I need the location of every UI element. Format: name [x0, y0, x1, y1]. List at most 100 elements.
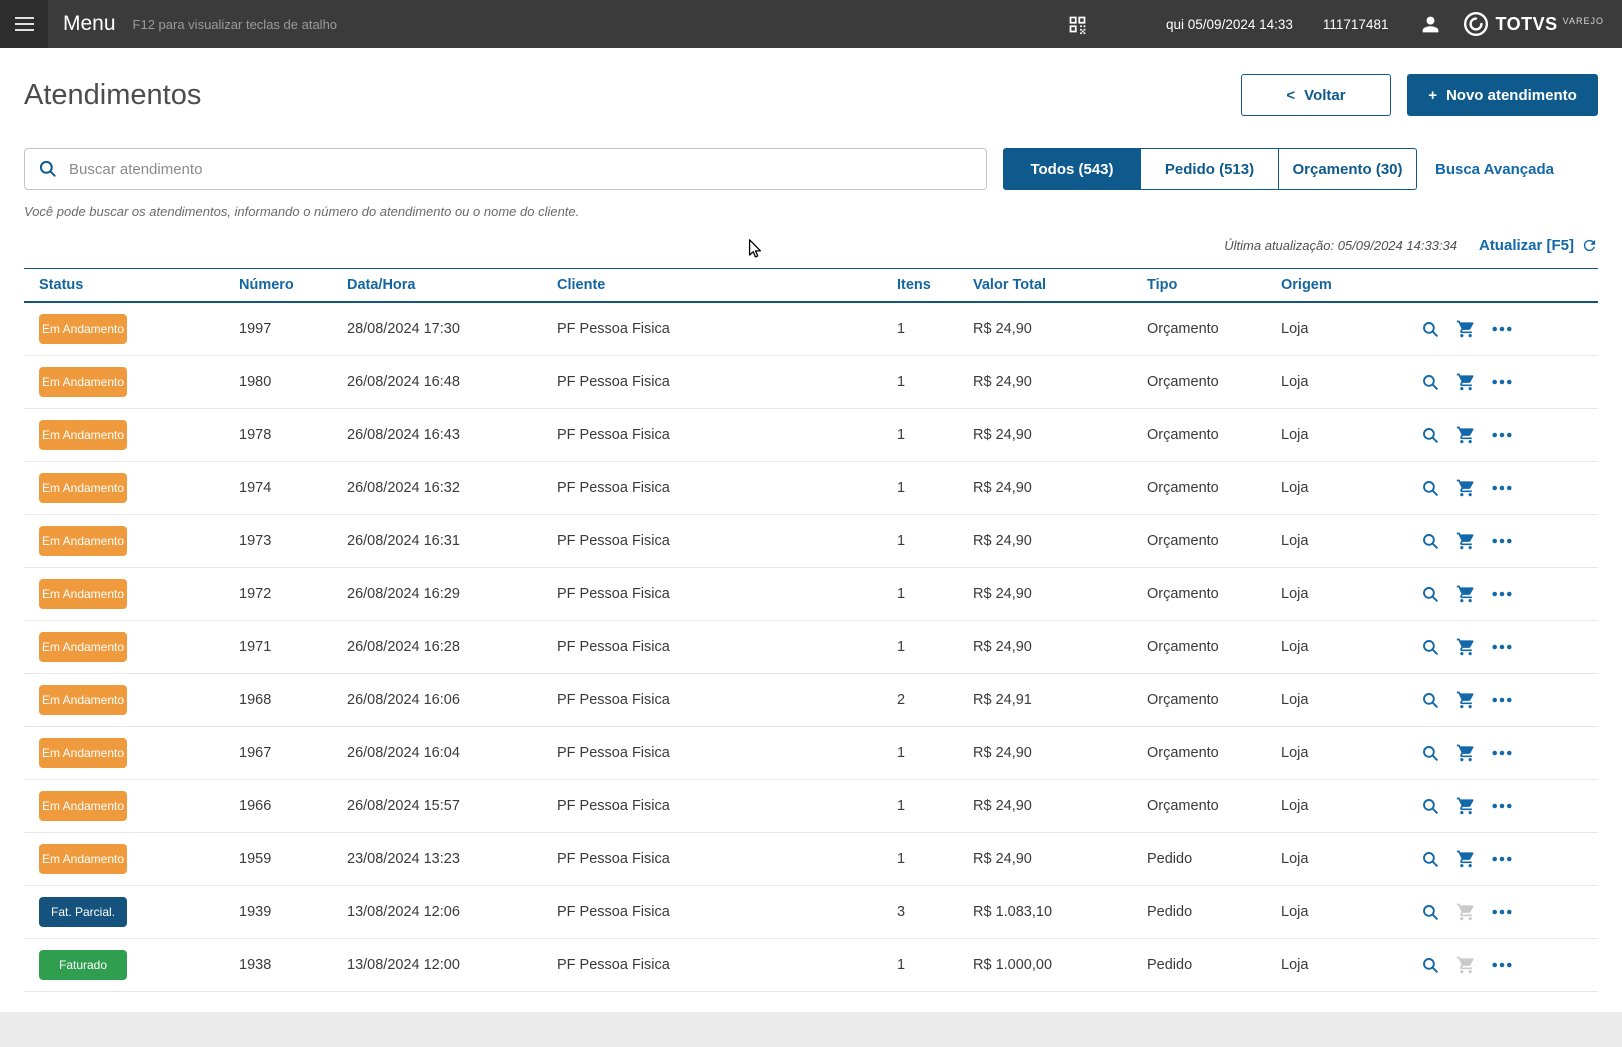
cart-icon[interactable]: [1456, 796, 1476, 816]
refresh-button[interactable]: Atualizar [F5]: [1479, 237, 1598, 254]
cart-icon[interactable]: [1456, 531, 1476, 551]
tab-pedido[interactable]: Pedido (513): [1141, 148, 1279, 190]
cell-origem: Loja: [1266, 779, 1406, 833]
view-icon[interactable]: [1421, 585, 1440, 604]
tab-todos[interactable]: Todos (543): [1003, 148, 1141, 190]
view-icon[interactable]: [1421, 532, 1440, 551]
col-status: Status: [24, 268, 224, 303]
cart-icon[interactable]: [1456, 690, 1476, 710]
cell-valor: R$ 24,90: [958, 726, 1132, 780]
col-cliente: Cliente: [542, 268, 882, 303]
cart-icon[interactable]: [1456, 637, 1476, 657]
search-input[interactable]: [24, 148, 987, 190]
voltar-button[interactable]: < Voltar: [1241, 74, 1391, 116]
view-icon[interactable]: [1421, 850, 1440, 869]
cell-itens: 1: [882, 726, 958, 780]
topbar-user-id: 111717481: [1322, 16, 1389, 32]
cart-icon[interactable]: [1456, 425, 1476, 445]
cell-status: Em Andamento: [24, 302, 224, 356]
busca-avancada-link[interactable]: Busca Avançada: [1435, 161, 1554, 178]
hamburger-menu-button[interactable]: [0, 0, 48, 48]
cell-itens: 1: [882, 302, 958, 356]
novo-atendimento-button[interactable]: + Novo atendimento: [1407, 74, 1598, 116]
status-badge: Em Andamento: [39, 526, 127, 556]
cell-origem: Loja: [1266, 673, 1406, 727]
cell-datahora: 13/08/2024 12:00: [332, 938, 542, 992]
status-badge: Em Andamento: [39, 791, 127, 821]
more-options-icon[interactable]: [1492, 432, 1512, 438]
more-options-icon[interactable]: [1492, 538, 1512, 544]
cell-itens: 1: [882, 779, 958, 833]
view-icon[interactable]: [1421, 691, 1440, 710]
atendimentos-table: Status Número Data/Hora Cliente Itens Va…: [24, 268, 1598, 992]
cart-icon[interactable]: [1456, 743, 1476, 763]
user-icon[interactable]: [1420, 14, 1441, 35]
cell-valor: R$ 24,90: [958, 302, 1132, 356]
more-options-icon[interactable]: [1492, 644, 1512, 650]
topbar-datetime: qui 05/09/2024 14:33: [1166, 16, 1293, 32]
view-icon[interactable]: [1421, 373, 1440, 392]
status-badge: Em Andamento: [39, 367, 127, 397]
view-icon[interactable]: [1421, 426, 1440, 445]
more-options-icon[interactable]: [1492, 591, 1512, 597]
more-options-icon[interactable]: [1492, 750, 1512, 756]
view-icon[interactable]: [1421, 638, 1440, 657]
more-options-icon[interactable]: [1492, 379, 1512, 385]
more-options-icon[interactable]: [1492, 962, 1512, 968]
cart-icon[interactable]: [1456, 902, 1476, 922]
cell-actions: [1406, 726, 1598, 780]
view-icon[interactable]: [1421, 320, 1440, 339]
menu-label[interactable]: Menu: [63, 12, 116, 36]
cart-icon[interactable]: [1456, 478, 1476, 498]
table-body: Em Andamento 1997 28/08/2024 17:30 PF Pe…: [24, 302, 1598, 992]
cell-numero: 1972: [224, 567, 332, 621]
table-row: Em Andamento 1974 26/08/2024 16:32 PF Pe…: [24, 461, 1598, 515]
topbar-right: qui 05/09/2024 14:33 111717481 TOTVS VAR…: [1067, 11, 1622, 37]
cell-datahora: 26/08/2024 16:43: [332, 408, 542, 462]
cell-datahora: 13/08/2024 12:06: [332, 885, 542, 939]
cell-datahora: 26/08/2024 16:48: [332, 355, 542, 409]
cart-icon[interactable]: [1456, 955, 1476, 975]
view-icon[interactable]: [1421, 479, 1440, 498]
filter-tabs: Todos (543) Pedido (513) Orçamento (30): [1003, 148, 1417, 190]
cell-status: Em Andamento: [24, 408, 224, 462]
cart-icon[interactable]: [1456, 319, 1476, 339]
cell-cliente: PF Pessoa Fisica: [542, 355, 882, 409]
cell-datahora: 26/08/2024 16:06: [332, 673, 542, 727]
cell-tipo: Orçamento: [1132, 355, 1266, 409]
main-content: Atendimentos < Voltar + Novo atendimento…: [0, 48, 1622, 1012]
cell-numero: 1967: [224, 726, 332, 780]
status-badge: Faturado: [39, 950, 127, 980]
more-options-icon[interactable]: [1492, 326, 1512, 332]
qr-code-icon[interactable]: [1067, 14, 1088, 35]
status-badge: Em Andamento: [39, 738, 127, 768]
more-options-icon[interactable]: [1492, 856, 1512, 862]
view-icon[interactable]: [1421, 903, 1440, 922]
cell-itens: 1: [882, 514, 958, 568]
search-icon: [39, 160, 56, 177]
more-options-icon[interactable]: [1492, 909, 1512, 915]
more-options-icon[interactable]: [1492, 697, 1512, 703]
cell-numero: 1938: [224, 938, 332, 992]
cart-icon[interactable]: [1456, 372, 1476, 392]
cell-datahora: 28/08/2024 17:30: [332, 302, 542, 356]
cell-valor: R$ 24,90: [958, 567, 1132, 621]
more-options-icon[interactable]: [1492, 803, 1512, 809]
cart-icon[interactable]: [1456, 584, 1476, 604]
table-row: Em Andamento 1978 26/08/2024 16:43 PF Pe…: [24, 408, 1598, 462]
view-icon[interactable]: [1421, 956, 1440, 975]
cell-status: Em Andamento: [24, 461, 224, 515]
tab-orcamento[interactable]: Orçamento (30): [1279, 148, 1417, 190]
col-actions: [1406, 268, 1598, 303]
cell-actions: [1406, 832, 1598, 886]
view-icon[interactable]: [1421, 744, 1440, 763]
brand-name: TOTVS: [1495, 13, 1558, 34]
view-icon[interactable]: [1421, 797, 1440, 816]
more-options-icon[interactable]: [1492, 485, 1512, 491]
cart-icon[interactable]: [1456, 849, 1476, 869]
table-row: Em Andamento 1997 28/08/2024 17:30 PF Pe…: [24, 302, 1598, 356]
table-row: Em Andamento 1980 26/08/2024 16:48 PF Pe…: [24, 355, 1598, 409]
table-row: Em Andamento 1959 23/08/2024 13:23 PF Pe…: [24, 832, 1598, 886]
cell-tipo: Orçamento: [1132, 673, 1266, 727]
cell-itens: 1: [882, 567, 958, 621]
